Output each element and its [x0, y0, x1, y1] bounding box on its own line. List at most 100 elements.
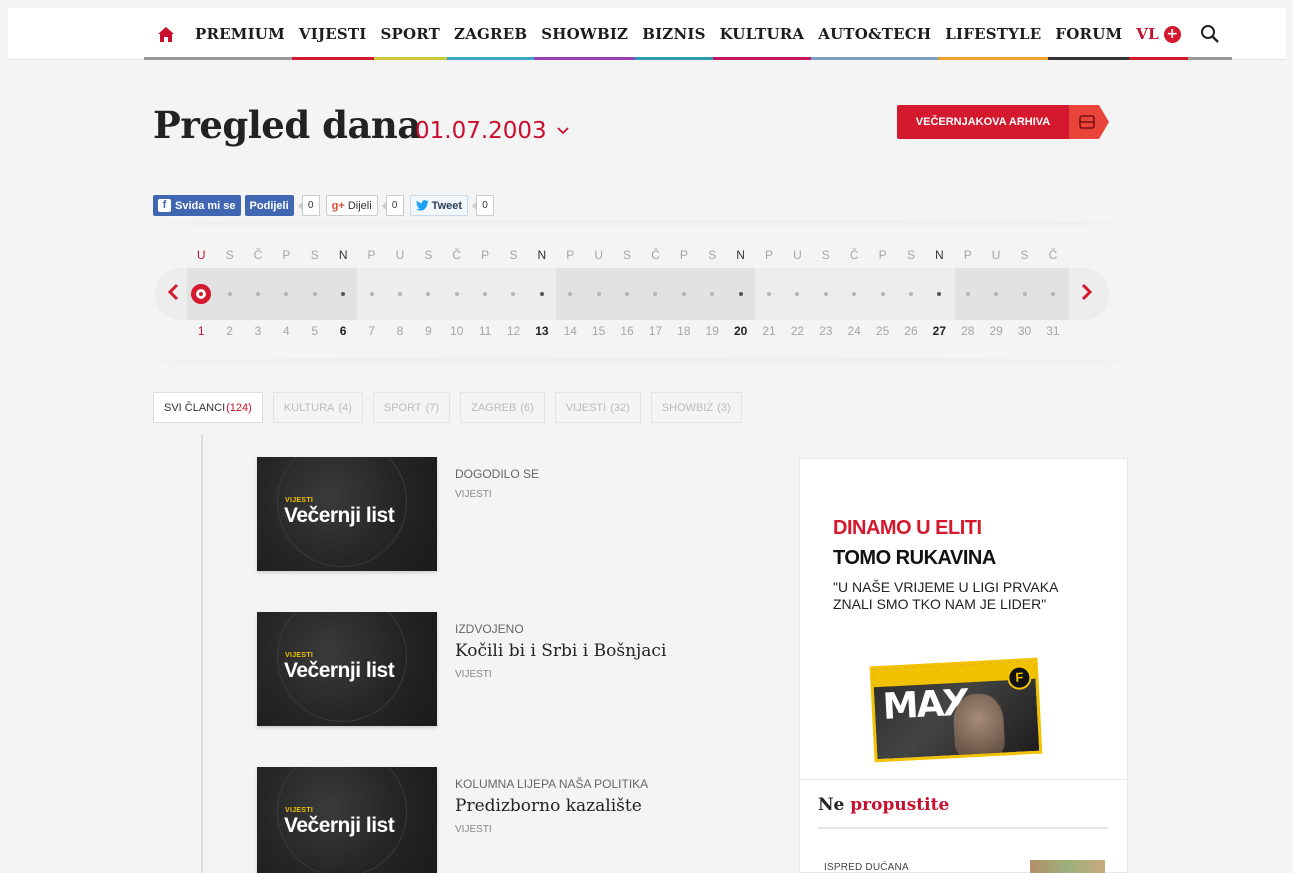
article-thumbnail[interactable]: VIJESTI Večernji list [257, 767, 437, 873]
tab-all-articles[interactable]: SVI ČLANCI (124) [153, 392, 263, 423]
search-button[interactable] [1187, 8, 1232, 60]
calendar-date-number[interactable]: 14 [556, 324, 584, 338]
article-item[interactable]: VIJESTI Večernji list DOGODILO SE VIJEST… [257, 457, 777, 577]
calendar-date-number[interactable]: 17 [641, 324, 669, 338]
archive-button[interactable]: VEČERNJAKOVA ARHIVA [897, 105, 1109, 139]
calendar-day-dot[interactable] [528, 292, 556, 296]
calendar-date-number[interactable]: 31 [1039, 324, 1067, 338]
article-section[interactable]: VIJESTI [455, 824, 648, 835]
calendar-day-dot[interactable] [1010, 292, 1038, 296]
tab-vijesti[interactable]: VIJESTI (32) [554, 392, 641, 423]
tweet-button[interactable]: Tweet [409, 195, 469, 216]
calendar-day-dot[interactable] [556, 292, 584, 296]
calendar-date-number[interactable]: 25 [868, 324, 896, 338]
article-item[interactable]: VIJESTI Večernji list IZDVOJENO Kočili b… [257, 612, 777, 732]
calendar-day-dot[interactable] [897, 292, 925, 296]
calendar-day-dot[interactable] [755, 292, 783, 296]
calendar-prev-button[interactable] [167, 282, 179, 307]
calendar-date-number[interactable]: 19 [698, 324, 726, 338]
calendar-day-dot[interactable] [272, 292, 300, 296]
date-dropdown[interactable]: 01.07.2003 [415, 118, 569, 144]
calendar-day-dot[interactable] [584, 292, 612, 296]
calendar-day-dot[interactable] [613, 292, 641, 296]
nav-item-kultura[interactable]: KULTURA [712, 8, 812, 60]
tab-zagreb[interactable]: ZAGREB (6) [460, 392, 545, 423]
home-link[interactable] [144, 8, 188, 60]
dont-miss-item-thumbnail[interactable] [1030, 860, 1105, 873]
calendar-date-number[interactable]: 18 [670, 324, 698, 338]
nav-item-showbiz[interactable]: SHOWBIZ [534, 8, 636, 60]
nav-item-zagreb[interactable]: ZAGREB [447, 8, 535, 60]
calendar-date-number[interactable]: 22 [783, 324, 811, 338]
calendar-day-dot[interactable] [215, 292, 243, 296]
calendar-day-dot[interactable] [244, 292, 272, 296]
article-section[interactable]: VIJESTI [455, 669, 666, 680]
calendar-date-number[interactable]: 21 [755, 324, 783, 338]
calendar-date-number[interactable]: 5 [301, 324, 329, 338]
calendar-date-number[interactable]: 2 [215, 324, 243, 338]
tab-showbiz[interactable]: SHOWBIZ (3) [650, 392, 742, 423]
nav-item-biznis[interactable]: BIZNIS [635, 8, 714, 60]
nav-item-premium[interactable]: PREMIUM [188, 8, 292, 60]
calendar-date-number[interactable]: 24 [840, 324, 868, 338]
calendar-date-number[interactable]: 9 [414, 324, 442, 338]
calendar-day-dot[interactable] [698, 292, 726, 296]
article-thumbnail[interactable]: VIJESTI Večernji list [257, 612, 437, 726]
calendar-date-number[interactable]: 8 [386, 324, 414, 338]
article-item[interactable]: VIJESTI Večernji list KOLUMNA LIJEPA NAŠ… [257, 767, 777, 873]
calendar-day-dot[interactable] [925, 292, 953, 296]
calendar-day-dot[interactable] [386, 292, 414, 296]
calendar-day-dot[interactable] [187, 284, 215, 304]
calendar-date-number[interactable]: 26 [897, 324, 925, 338]
article-section[interactable]: VIJESTI [455, 489, 539, 500]
calendar-date-number[interactable]: 4 [272, 324, 300, 338]
calendar-day-dot[interactable] [414, 292, 442, 296]
calendar-date-number[interactable]: 10 [443, 324, 471, 338]
nav-item-vijesti[interactable]: VIJESTI [291, 8, 374, 60]
calendar-date-number[interactable]: 16 [613, 324, 641, 338]
nav-item-lifestyle[interactable]: LIFESTYLE [938, 8, 1049, 60]
nav-item-forum[interactable]: FORUM [1048, 8, 1130, 60]
calendar-day-dot[interactable] [726, 292, 754, 296]
calendar-day-dot[interactable] [840, 292, 868, 296]
calendar-day-dot[interactable] [471, 292, 499, 296]
calendar-day-dot[interactable] [812, 292, 840, 296]
calendar-date-number[interactable]: 12 [499, 324, 527, 338]
calendar-day-dot[interactable] [670, 292, 698, 296]
calendar-day-dot[interactable] [783, 292, 811, 296]
calendar-date-number[interactable]: 30 [1010, 324, 1038, 338]
article-title[interactable]: Kočili bi i Srbi i Bošnjaci [455, 641, 666, 661]
calendar-day-dot[interactable] [954, 292, 982, 296]
calendar-date-number[interactable]: 20 [726, 324, 754, 338]
tab-sport[interactable]: SPORT (7) [372, 392, 451, 423]
calendar-date-number[interactable]: 28 [954, 324, 982, 338]
calendar-day-dot[interactable] [499, 292, 527, 296]
calendar-day-dot[interactable] [329, 292, 357, 296]
calendar-day-dot[interactable] [357, 292, 385, 296]
nav-item-sport[interactable]: SPORT [373, 8, 448, 60]
calendar-day-dot[interactable] [1039, 292, 1067, 296]
dont-miss-item-label[interactable]: ISPRED DUĆANA [824, 862, 909, 873]
calendar-next-button[interactable] [1081, 282, 1093, 307]
calendar-date-number[interactable]: 29 [982, 324, 1010, 338]
calendar-day-dot[interactable] [301, 292, 329, 296]
article-thumbnail[interactable]: VIJESTI Večernji list [257, 457, 437, 571]
article-title[interactable]: Predizborno kazalište [455, 796, 648, 816]
tab-kultura[interactable]: KULTURA (4) [272, 392, 363, 423]
nav-item-vl-plus[interactable]: VL + [1129, 8, 1188, 60]
calendar-date-number[interactable]: 15 [584, 324, 612, 338]
calendar-date-number[interactable]: 1 [187, 324, 215, 338]
google-plus-button[interactable]: g+ Dijeli [325, 195, 378, 216]
calendar-date-number[interactable]: 3 [244, 324, 272, 338]
calendar-date-number[interactable]: 23 [812, 324, 840, 338]
calendar-day-dot[interactable] [982, 292, 1010, 296]
calendar-date-number[interactable]: 13 [528, 324, 556, 338]
nav-item-autotech[interactable]: AUTO&TECH [811, 8, 939, 60]
calendar-date-number[interactable]: 6 [329, 324, 357, 338]
calendar-date-number[interactable]: 7 [357, 324, 385, 338]
calendar-day-dot[interactable] [868, 292, 896, 296]
calendar-day-dot[interactable] [443, 292, 471, 296]
sidebar-advertisement[interactable]: DINAMO U ELITI TOMO RUKAVINA "U NAŠE VRI… [799, 458, 1128, 780]
calendar-date-number[interactable]: 11 [471, 324, 499, 338]
facebook-share-button[interactable]: Podijeli [244, 195, 294, 216]
